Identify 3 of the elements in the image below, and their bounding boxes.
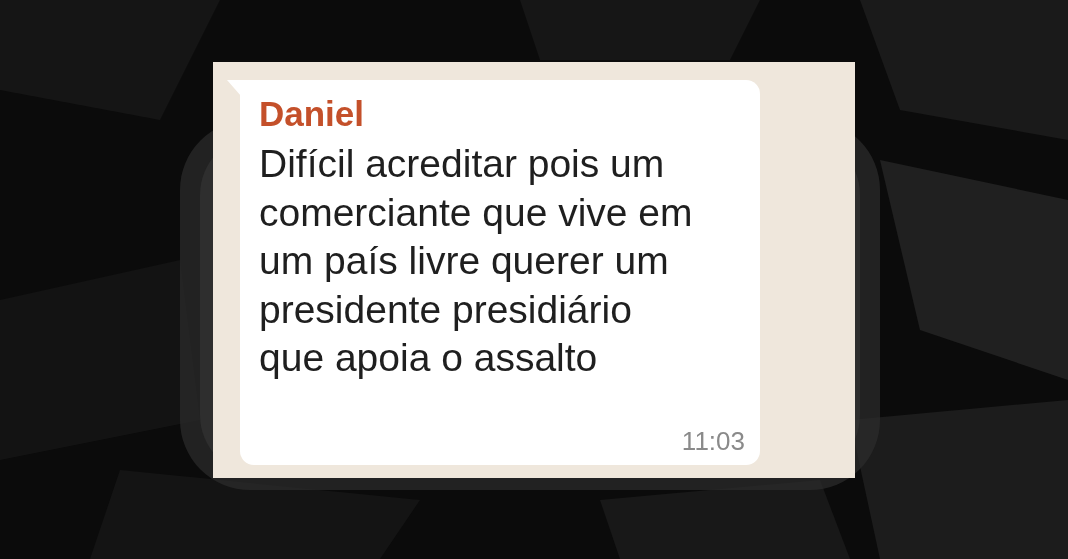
sender-name: Daniel <box>259 94 366 134</box>
message-text: Difícil acreditar pois um comerciante que vive em um país livre querer um presidente presidiário que apoia o assalto <box>259 141 694 381</box>
message-time: 11:03 <box>681 426 745 457</box>
